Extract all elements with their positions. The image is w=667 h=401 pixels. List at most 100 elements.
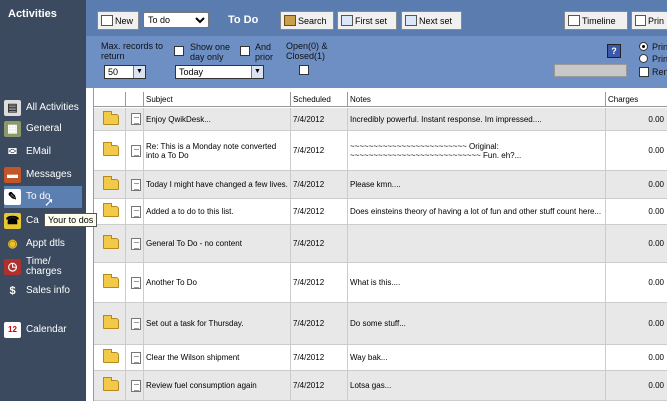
table-row[interactable]: Added a to do to this list. 7/4/2012 Does …: [94, 199, 667, 225]
document-icon[interactable]: [130, 237, 141, 250]
help-button[interactable]: ?: [607, 44, 621, 58]
sidebar-item-label: EMail: [26, 146, 52, 157]
show-one-day-checkbox[interactable]: [174, 46, 184, 56]
max-records-select[interactable]: 50 ▼: [104, 65, 146, 79]
notes-cell: Please kmn....: [348, 171, 606, 198]
sidebar-item-todo[interactable]: ✎ To do: [4, 186, 82, 208]
table-row[interactable]: Set out a task for Thursday. 7/4/2012 Do s…: [94, 303, 667, 345]
search-button-label: Search: [298, 15, 327, 26]
document-icon[interactable]: [130, 276, 141, 289]
table-row[interactable]: General To Do - no content 7/4/2012 0.00: [94, 225, 667, 263]
folder-cell: [94, 371, 126, 400]
col-header-doc[interactable]: [126, 92, 144, 107]
search-button[interactable]: Search: [280, 11, 334, 30]
document-icon[interactable]: [130, 113, 141, 125]
table-row[interactable]: Another To Do 7/4/2012 What is this.... 0.0…: [94, 263, 667, 303]
sidebar-item-label: Calendar: [26, 324, 67, 335]
folder-cell: [94, 345, 126, 370]
folder-cell: [94, 108, 126, 130]
folder-icon[interactable]: [102, 274, 119, 288]
col-header-charges[interactable]: Charges: [606, 92, 667, 107]
doc-cell: [126, 108, 144, 130]
folder-icon[interactable]: [102, 349, 119, 363]
table-row[interactable]: Enjoy QwikDesk... 7/4/2012 Incredibly powe…: [94, 108, 667, 131]
folder-icon[interactable]: [102, 142, 119, 156]
charges-cell: 0.00: [648, 381, 664, 390]
table-row[interactable]: Re: This is a Monday note converted into…: [94, 131, 667, 171]
new-button-label: New: [115, 15, 134, 26]
scheduled-cell: 7/4/2012: [291, 131, 348, 170]
folder-cell: [94, 171, 126, 198]
folder-icon[interactable]: [102, 235, 119, 249]
folder-icon[interactable]: [102, 110, 119, 125]
open-closed-label: Open(0) & Closed(1): [286, 41, 328, 61]
sidebar-item-calendar[interactable]: 12 Calendar: [4, 321, 82, 339]
print-button[interactable]: Prin: [631, 11, 667, 30]
table-row[interactable]: Review fuel consumption again 7/4/2012 Lot…: [94, 371, 667, 401]
sidebar-item-label: Sales info: [26, 285, 70, 296]
view-select[interactable]: To do: [143, 12, 209, 28]
table-row[interactable]: Clear the Wilson shipment 7/4/2012 Way bak…: [94, 345, 667, 371]
sidebar-item-sales-info[interactable]: $ Sales info: [4, 280, 82, 302]
day-value: Today: [179, 67, 204, 77]
document-icon[interactable]: [130, 351, 141, 364]
calendar-icon: 12: [4, 322, 21, 338]
max-records-label: Max. records to return: [101, 41, 164, 61]
and-prior-label: And prior: [255, 42, 274, 62]
timeline-icon: [568, 15, 580, 26]
col-header-subject[interactable]: Subject: [144, 92, 291, 107]
sidebar-item-appointment[interactable]: ◉ Appt dtls: [4, 235, 82, 253]
folder-cell: [94, 303, 126, 344]
folder-icon[interactable]: [102, 377, 119, 391]
col-header-notes[interactable]: Notes: [348, 92, 606, 107]
col-header-scheduled[interactable]: Scheduled: [291, 92, 348, 107]
document-icon[interactable]: [130, 379, 141, 392]
document-icon[interactable]: [130, 144, 141, 157]
timeline-button[interactable]: Timeline: [564, 11, 628, 30]
folder-icon[interactable]: [102, 315, 119, 329]
open-closed-checkbox[interactable]: [299, 65, 309, 75]
sidebar-item-email[interactable]: ✉ EMail: [4, 143, 82, 161]
table-row[interactable]: Today I might have changed a few lives. 7…: [94, 171, 667, 199]
new-button[interactable]: New: [97, 11, 139, 30]
document-icon[interactable]: [130, 317, 141, 330]
scheduled-cell: 7/4/2012: [291, 225, 348, 262]
print-label: Prin: [647, 15, 664, 26]
doc-cell: [126, 171, 144, 198]
subject-cell: Review fuel consumption again: [144, 371, 291, 400]
subject-cell: Re: This is a Monday note converted into…: [144, 131, 291, 170]
remember-checkbox[interactable]: [639, 67, 649, 77]
notes-cell: Way bak...: [348, 345, 606, 370]
subject-cell: Another To Do: [144, 263, 291, 302]
folder-cell: [94, 263, 126, 302]
folder-cell: [94, 199, 126, 224]
sidebar-item-label: Ca: [26, 215, 39, 226]
email-icon: ✉: [4, 144, 21, 160]
sidebar-title: Activities: [8, 8, 57, 20]
print-option-radio-2[interactable]: [639, 54, 648, 63]
sidebar-item-messages[interactable]: ▬ Messages: [4, 166, 82, 184]
print-option-radio-1[interactable]: [639, 42, 648, 51]
first-set-button[interactable]: First set: [337, 11, 397, 30]
scheduled-cell: 7/4/2012: [291, 371, 348, 400]
folder-icon[interactable]: [102, 203, 119, 217]
next-set-button[interactable]: Next set: [401, 11, 462, 30]
document-icon[interactable]: [130, 205, 141, 218]
folder-icon[interactable]: [102, 176, 119, 190]
sidebar-item-time-charges[interactable]: ◷ Time/ charges: [4, 256, 82, 278]
sidebar-item-all-activities[interactable]: ▤ All Activities: [4, 97, 82, 119]
document-icon[interactable]: [130, 178, 141, 191]
doc-cell: [126, 263, 144, 302]
subject-cell: General To Do - no content: [144, 225, 291, 262]
and-prior-checkbox[interactable]: [240, 46, 250, 56]
calls-icon: ☎: [4, 213, 21, 229]
sidebar-item-general[interactable]: ▦ General: [4, 120, 82, 138]
charges-cell: 0.00: [648, 180, 664, 189]
next-set-icon: [405, 15, 417, 26]
new-document-icon: [101, 15, 113, 26]
charges-cell: 0.00: [648, 239, 664, 248]
scheduled-cell: 7/4/2012: [291, 263, 348, 302]
day-select[interactable]: Today ▼: [175, 65, 264, 79]
col-header-folder[interactable]: [94, 92, 126, 107]
messages-icon: ▬: [4, 167, 21, 183]
